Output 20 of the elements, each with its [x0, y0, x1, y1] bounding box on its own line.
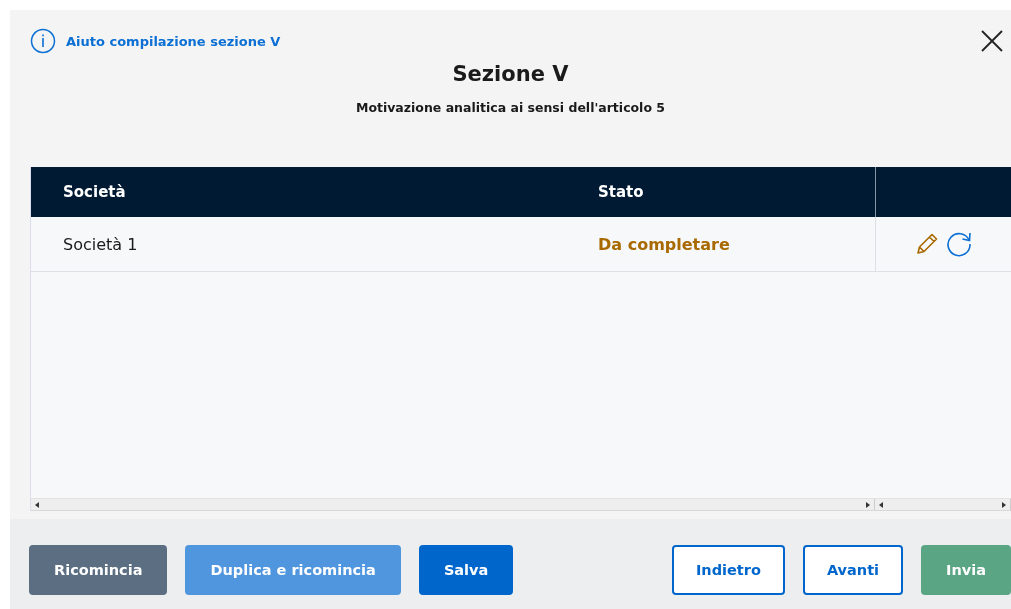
status-cell-text: Da completare [598, 233, 731, 256]
action-button[interactable]: Duplica e ricomincia [185, 545, 401, 595]
scroll-right-icon[interactable] [1002, 501, 1006, 508]
action-button[interactable]: Ricomincia [29, 545, 168, 595]
dialog-title: Sezione V [451, 62, 570, 86]
scroll-right-icon[interactable] [866, 501, 870, 508]
info-icon [30, 28, 56, 54]
outline-button[interactable]: Indietro [671, 545, 785, 595]
scroll-left-icon[interactable] [879, 501, 883, 508]
company-cell-text: Società 1 [62, 233, 139, 256]
horizontal-scrollbar[interactable] [31, 498, 1011, 511]
column-header: Società [62, 182, 127, 203]
column-header: Stato [598, 182, 645, 203]
action-button[interactable]: Invia [921, 545, 1011, 595]
outline-button[interactable]: Avanti [802, 545, 904, 595]
help-link[interactable]: Aiuto compilazione sezione V [30, 28, 281, 54]
action-button[interactable]: Salva [418, 545, 514, 595]
scroll-left-icon[interactable] [35, 501, 39, 508]
dialog-subtitle: Motivazione analitica ai sensi dell'articolo 5 [354, 100, 667, 115]
close-icon[interactable] [981, 30, 1003, 52]
